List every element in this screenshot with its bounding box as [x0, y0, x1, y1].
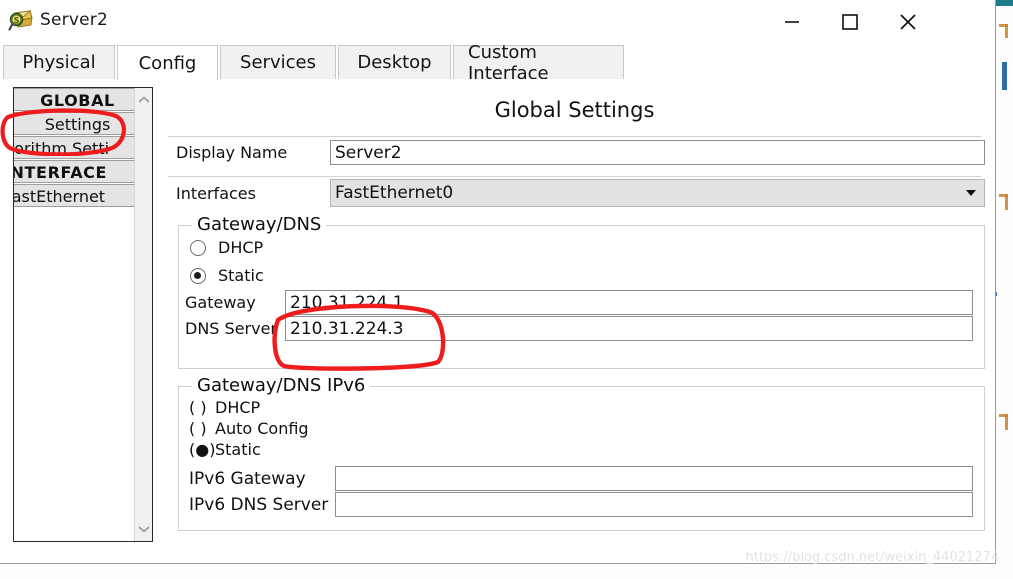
ipv6-static-radio[interactable]: (●) Static: [189, 440, 261, 459]
gateway-dhcp-radio[interactable]: DHCP: [190, 238, 263, 257]
gateway-static-radio[interactable]: Static: [190, 266, 264, 285]
ipv6-gateway-input[interactable]: [335, 466, 973, 491]
divider-middle: [168, 176, 981, 177]
server-device-icon: S: [8, 9, 34, 33]
gateway-dhcp-label: DHCP: [218, 238, 264, 257]
sidebar-item-settings[interactable]: Settings: [14, 112, 152, 135]
ipv6-dns-server-label: IPv6 DNS Server: [189, 495, 329, 515]
device-config-window: S Server2 Physical Config Services Deskt…: [0, 0, 996, 564]
close-icon[interactable]: [879, 0, 937, 43]
svg-text:S: S: [14, 16, 20, 25]
sidebar-item-interfaces-label: INTERFACE: [13, 163, 108, 182]
sidebar-item-fastethernet0[interactable]: FastEthernet: [13, 184, 152, 207]
radio-circle-selected-icon: [190, 267, 206, 284]
window-titlebar: S Server2: [0, 0, 995, 43]
sidebar-scrollbar[interactable]: [134, 88, 152, 541]
tab-desktop[interactable]: Desktop: [338, 45, 451, 79]
gateway-dns-ipv6-caption: Gateway/DNS IPv6: [192, 375, 371, 396]
interfaces-select[interactable]: FastEthernet0: [330, 179, 985, 207]
radio-circle-icon: [190, 239, 206, 256]
tab-config[interactable]: Config: [117, 45, 218, 80]
window-title: Server2: [40, 10, 108, 30]
tab-services-label: Services: [240, 52, 316, 73]
dns-server-label: DNS Server: [185, 319, 277, 338]
background-mark-9: [1005, 414, 1008, 430]
tab-services[interactable]: Services: [220, 45, 336, 79]
interfaces-select-value: FastEthernet0: [335, 183, 454, 203]
chevron-down-icon[interactable]: [135, 519, 152, 539]
background-mark-2: [1005, 24, 1008, 38]
ipv6-dhcp-radio[interactable]: ( ) DHCP: [189, 398, 260, 417]
radio-glyph-icon: ( ): [189, 419, 207, 438]
dns-server-input[interactable]: 210.31.224.3: [285, 316, 973, 341]
tab-config-label: Config: [138, 52, 197, 74]
maximize-icon[interactable]: [821, 0, 879, 43]
sidebar-item-global-label: GLOBAL: [40, 91, 115, 110]
minimize-icon[interactable]: [763, 0, 821, 43]
config-tab-panel: GLOBAL Settings gorithm Setti INTERFACE …: [0, 79, 995, 563]
background-mark-4: [1005, 194, 1008, 210]
gateway-input[interactable]: 210.31.224.1: [285, 290, 973, 315]
background-mark-10: [1002, 62, 1007, 90]
config-tree-list: GLOBAL Settings gorithm Setti INTERFACE …: [13, 88, 152, 208]
radio-glyph-selected-icon: (●): [189, 440, 216, 459]
global-settings-content: Global Settings Display Name Server2 Int…: [168, 79, 985, 563]
sidebar-item-interfaces[interactable]: INTERFACE: [13, 160, 152, 183]
watermark-text: https://blog.csdn.net/weixin_44021274: [745, 550, 999, 565]
divider-top: [168, 136, 981, 137]
ipv6-auto-config-radio[interactable]: ( ) Auto Config: [189, 419, 309, 438]
ipv6-static-label: Static: [215, 440, 261, 459]
sidebar-item-algorithm-settings[interactable]: gorithm Setti: [13, 136, 152, 159]
tab-custom-interface[interactable]: Custom Interface: [453, 42, 624, 84]
chevron-down-icon: [966, 190, 976, 196]
gateway-dns-caption: Gateway/DNS: [192, 214, 327, 235]
tab-custom-interface-label: Custom Interface: [468, 41, 549, 84]
config-tree-panel: GLOBAL Settings gorithm Setti INTERFACE …: [13, 87, 153, 542]
ipv6-auto-config-label: Auto Config: [215, 419, 309, 438]
radio-glyph-icon: ( ): [189, 398, 207, 417]
tab-bar: Physical Config Services Desktop Custom …: [0, 42, 995, 84]
page-title: Global Settings: [494, 98, 655, 122]
tab-physical-label: Physical: [22, 52, 96, 73]
gateway-label: Gateway: [185, 293, 256, 312]
ipv6-dns-server-input[interactable]: [335, 492, 973, 517]
ipv6-gateway-label: IPv6 Gateway: [189, 469, 306, 489]
sidebar-item-settings-label: Settings: [44, 115, 111, 134]
tab-physical[interactable]: Physical: [3, 45, 115, 79]
sidebar-item-global[interactable]: GLOBAL: [14, 88, 152, 111]
sidebar-item-fastethernet0-label: FastEthernet: [13, 187, 106, 206]
chevron-up-icon[interactable]: [135, 90, 152, 110]
display-name-input[interactable]: Server2: [330, 140, 985, 165]
sidebar-item-algorithm-label: gorithm Setti: [13, 139, 110, 158]
gateway-static-label: Static: [218, 266, 264, 285]
interfaces-label: Interfaces: [176, 184, 256, 203]
ipv6-dhcp-label: DHCP: [215, 398, 261, 417]
tab-desktop-label: Desktop: [357, 52, 432, 73]
display-name-label: Display Name: [176, 143, 288, 162]
